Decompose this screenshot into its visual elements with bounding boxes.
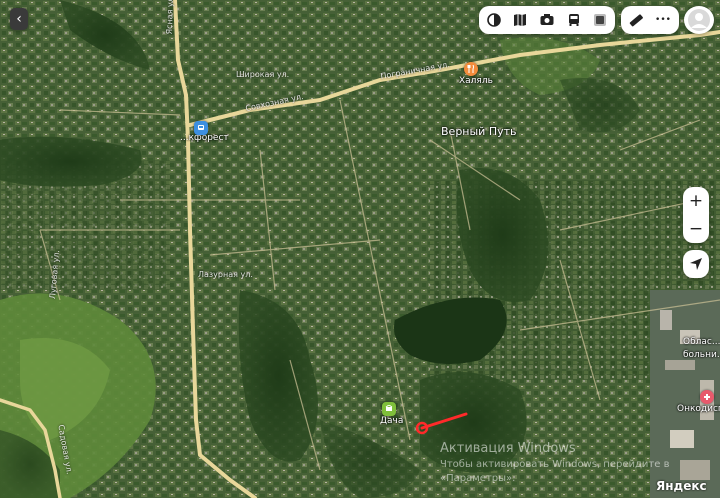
zoom-control: + − — [683, 187, 709, 243]
park-icon[interactable] — [382, 402, 396, 416]
food-icon[interactable] — [464, 62, 478, 76]
ruler-icon[interactable] — [623, 6, 649, 34]
zoom-out-button[interactable]: − — [683, 215, 709, 243]
map-layers-toolbar — [479, 6, 615, 34]
geolocation-icon — [690, 258, 702, 270]
traffic-icon[interactable] — [587, 6, 613, 34]
hospital-icon[interactable] — [700, 390, 714, 404]
panorama-icon[interactable] — [507, 6, 533, 34]
bus-icon[interactable] — [561, 6, 587, 34]
layers-icon[interactable] — [481, 6, 507, 34]
bus-stop-icon[interactable] — [194, 121, 208, 135]
camera-icon[interactable] — [534, 6, 560, 34]
more-button[interactable]: ••• — [650, 6, 676, 34]
windows-activation-title: Активация Windows — [440, 441, 576, 456]
satellite-map[interactable] — [0, 0, 720, 498]
brand-logo[interactable]: Яндекс — [656, 479, 707, 493]
geolocation-button[interactable] — [683, 250, 709, 278]
zoom-in-button[interactable]: + — [683, 187, 709, 215]
user-avatar-icon[interactable] — [684, 6, 714, 34]
tools-toolbar: ••• — [621, 6, 679, 34]
windows-activation-text: Чтобы активировать Windows, перейдите в — [440, 459, 670, 470]
back-button[interactable]: ‹ — [10, 8, 28, 30]
chevron-left-icon: ‹ — [16, 11, 22, 27]
windows-activation-text-2: «Параметры». — [440, 473, 516, 484]
